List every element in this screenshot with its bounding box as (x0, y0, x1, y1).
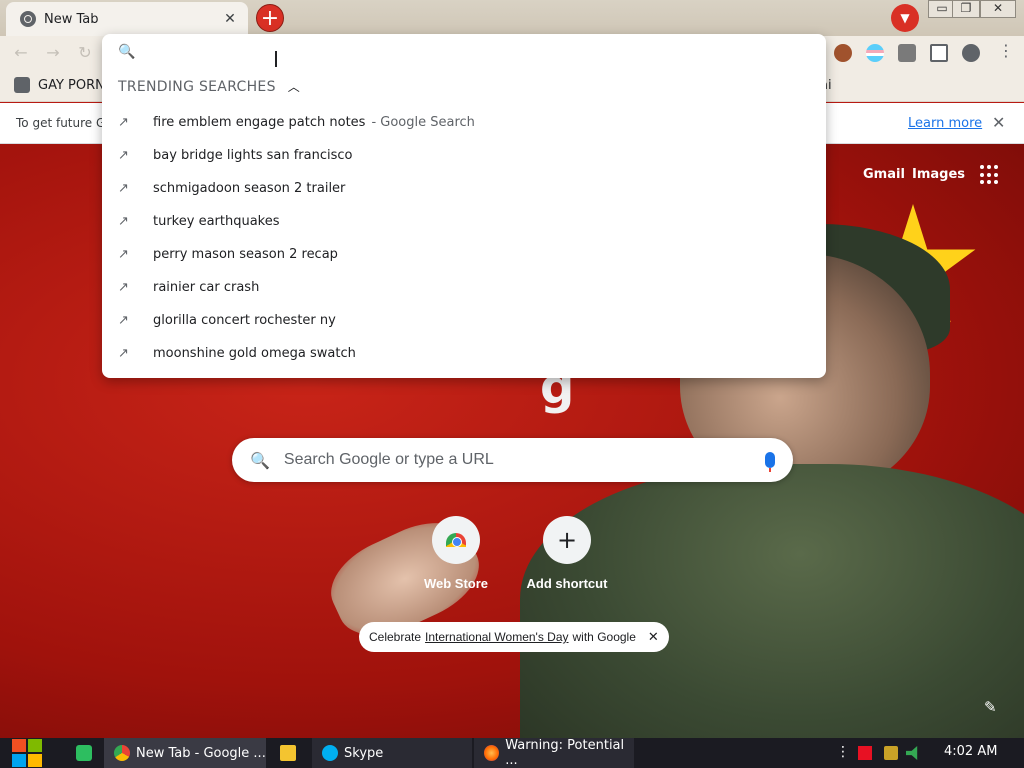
skype-icon (322, 745, 338, 761)
reload-button[interactable]: ↻ (74, 42, 96, 64)
suggestion-text: rainier car crash (153, 280, 260, 295)
add-shortcut-icon: + (543, 516, 591, 564)
google-apps-icon[interactable] (980, 165, 1000, 185)
tray-flag-icon[interactable] (858, 746, 872, 760)
suggestion-text: schmigadoon season 2 trailer (153, 181, 346, 196)
shortcut-add[interactable]: + Add shortcut (517, 516, 617, 591)
trending-up-icon: ↗ (118, 181, 129, 196)
trending-header-label: TRENDING SEARCHES (118, 78, 276, 95)
trending-header[interactable]: TRENDING SEARCHES ︿ (118, 78, 300, 95)
restore-button[interactable]: ❐ (952, 0, 980, 18)
suggestion-text: perry mason season 2 recap (153, 247, 338, 262)
trending-up-icon: ↗ (118, 247, 129, 262)
taskbar-app-label: Skype (344, 745, 384, 761)
info-bar-text: To get future G (16, 116, 106, 130)
chrome-icon (20, 11, 36, 27)
suggestion-item[interactable]: ↗ turkey earthquakes (102, 205, 826, 238)
promo-close-icon[interactable]: ✕ (648, 629, 659, 645)
trending-up-icon: ↗ (118, 313, 129, 328)
shortcut-label: Web Store (423, 576, 489, 591)
promo-text-before: Celebrate (369, 630, 422, 644)
trending-up-icon: ↗ (118, 115, 129, 130)
taskbar-evernote[interactable] (66, 738, 100, 768)
tab-title: New Tab (44, 11, 99, 27)
search-icon: 🔍 (250, 450, 270, 470)
suggestion-text: fire emblem engage patch notes (153, 115, 366, 130)
trending-up-icon: ↗ (118, 280, 129, 295)
tab-search-button[interactable]: ▼ (891, 4, 919, 32)
gmail-link[interactable]: Gmail (863, 167, 905, 182)
tab-close-icon[interactable]: ✕ (222, 11, 238, 27)
suggestion-item[interactable]: ↗ moonshine gold omega swatch (102, 337, 826, 370)
windows-taskbar: New Tab - Google ... Skype Warning: Pote… (0, 738, 1024, 768)
close-window-button[interactable]: ✕ (980, 0, 1016, 18)
back-button[interactable]: ← (10, 42, 32, 64)
taskbar-app-label: New Tab - Google ... (136, 745, 266, 761)
profile-avatar-icon[interactable] (962, 44, 980, 62)
chevron-up-icon[interactable]: ︿ (288, 78, 300, 95)
suggestion-item[interactable]: ↗ fire emblem engage patch notes - Googl… (102, 106, 826, 139)
bookmark-item[interactable]: GAY PORN (14, 77, 105, 93)
suggestion-text: turkey earthquakes (153, 214, 280, 229)
extensions-puzzle-icon[interactable] (898, 44, 916, 62)
suggestion-item[interactable]: ↗ schmigadoon season 2 trailer (102, 172, 826, 205)
taskbar-app-label: Warning: Potential ... (505, 738, 625, 768)
learn-more-link[interactable]: Learn more (908, 116, 982, 131)
new-tab-button[interactable]: + (256, 4, 284, 32)
promo-link[interactable]: International Women's Day (425, 630, 568, 644)
taskbar-clock[interactable]: 4:02 AM (944, 744, 997, 759)
images-link[interactable]: Images (912, 167, 965, 182)
suggestion-item[interactable]: ↗ rainier car crash (102, 271, 826, 304)
bookmark-favicon-icon (14, 77, 30, 93)
promo-text-after: with Google (572, 630, 636, 644)
shortcut-web-store[interactable]: Web Store (406, 516, 506, 591)
trending-up-icon: ↗ (118, 148, 129, 163)
profile-extension-icon[interactable] (834, 44, 852, 62)
promo-banner: Celebrate International Women's Day with… (359, 622, 669, 652)
folder-icon (280, 745, 296, 761)
suggestion-item[interactable]: ↗ bay bridge lights san francisco (102, 139, 826, 172)
firefox-icon (484, 745, 500, 761)
taskbar-chrome[interactable]: New Tab - Google ... (104, 738, 266, 768)
windows-start-icon[interactable] (10, 738, 44, 768)
trending-up-icon: ↗ (118, 214, 129, 229)
omnibox-row: 🔍 (102, 34, 826, 70)
mouse-cursor-ibeam (275, 51, 277, 67)
flag-extension-icon[interactable] (866, 44, 884, 62)
tray-volume-icon[interactable] (906, 746, 918, 760)
search-icon: 🔍 (118, 44, 136, 60)
omnibox-input[interactable] (147, 37, 826, 67)
title-bar: New Tab ✕ + ▼ ▭ ❐ ✕ (0, 0, 1024, 36)
tab-new-tab[interactable]: New Tab ✕ (6, 2, 248, 36)
shortcut-tile (432, 516, 480, 564)
forward-button[interactable]: → (42, 42, 64, 64)
chrome-icon (114, 745, 130, 761)
suggestion-item[interactable]: ↗ perry mason season 2 recap (102, 238, 826, 271)
tray-more-icon[interactable]: ⋮ (836, 744, 850, 760)
wallpaper-figure-body (520, 464, 1024, 738)
tray-network-icon[interactable] (884, 746, 898, 760)
notes-app-icon (76, 745, 92, 761)
taskbar-file-explorer[interactable] (270, 738, 306, 768)
side-panel-icon[interactable] (930, 44, 948, 62)
suggestion-text: bay bridge lights san francisco (153, 148, 353, 163)
shortcut-label: Add shortcut (526, 576, 608, 591)
suggestion-text: glorilla concert rochester ny (153, 313, 336, 328)
taskbar-firefox[interactable]: Warning: Potential ... (474, 738, 634, 768)
web-store-icon (446, 533, 466, 547)
microphone-icon[interactable] (765, 452, 775, 472)
ntp-search-box[interactable]: 🔍 (232, 438, 793, 482)
taskbar-skype[interactable]: Skype (312, 738, 472, 768)
suggestion-subtext: - Google Search (371, 115, 475, 130)
suggestion-list: ↗ fire emblem engage patch notes - Googl… (102, 106, 826, 370)
trending-up-icon: ↗ (118, 346, 129, 361)
bookmark-label: GAY PORN (38, 77, 105, 93)
suggestion-text: moonshine gold omega swatch (153, 346, 356, 361)
suggestion-item[interactable]: ↗ glorilla concert rochester ny (102, 304, 826, 337)
customize-edit-icon[interactable]: ✎ (984, 698, 1000, 716)
omnibox-dropdown: 🔍 TRENDING SEARCHES ︿ ↗ fire emblem enga… (102, 34, 826, 378)
chrome-menu-icon[interactable]: ⋮ (998, 41, 1014, 60)
ntp-search-input[interactable] (283, 451, 765, 469)
info-bar-close-icon[interactable]: ✕ (992, 113, 1005, 132)
